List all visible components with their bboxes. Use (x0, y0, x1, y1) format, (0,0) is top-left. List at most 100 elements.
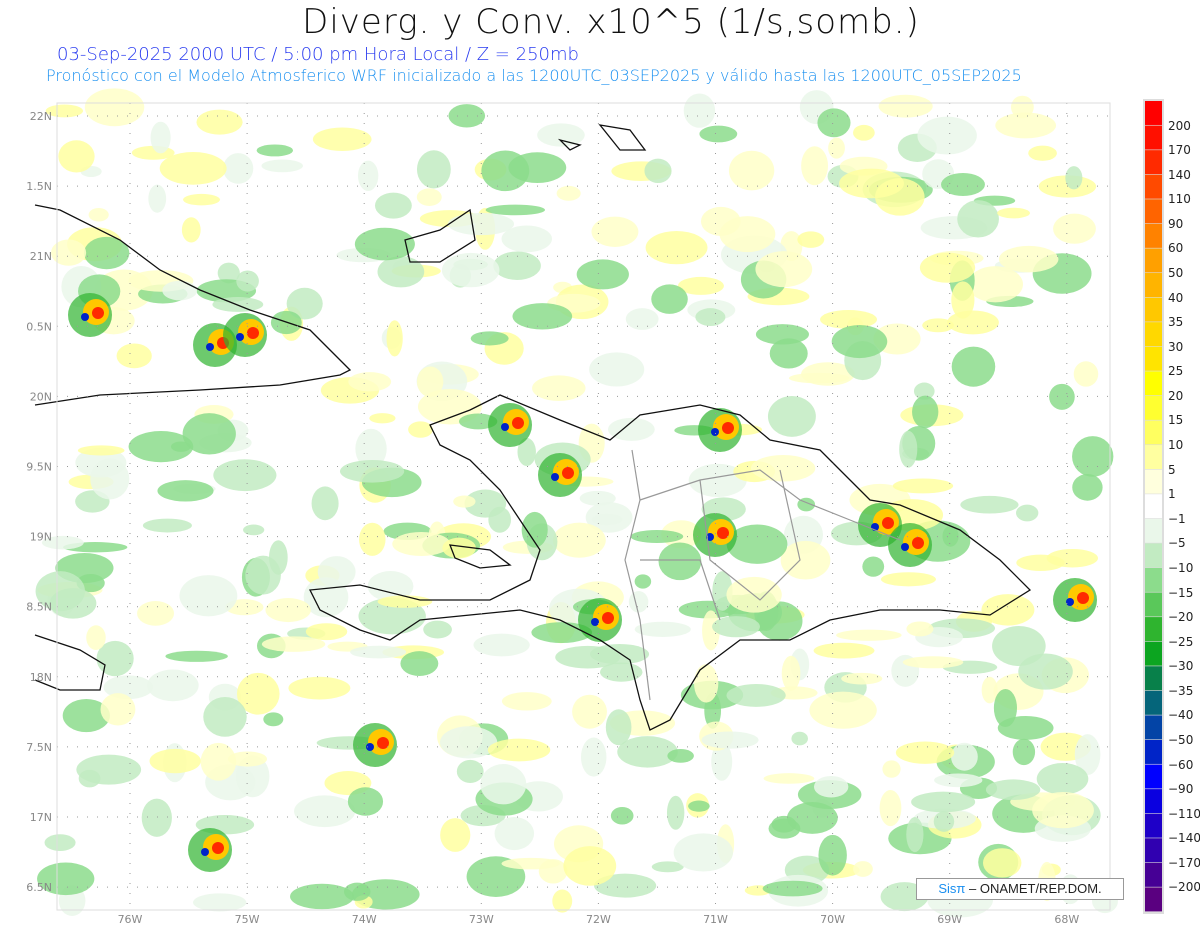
field-blob (563, 846, 617, 886)
field-blob (142, 518, 192, 533)
model-description: Pronóstico con el Modelo Atmosferico WRF… (46, 66, 1022, 85)
lon-label: 72W (586, 913, 611, 926)
field-blob (985, 779, 1041, 800)
colorbar-label: −20 (1168, 610, 1194, 625)
lon-label: 71W (703, 913, 728, 926)
colorbar-label: 90 (1168, 216, 1184, 231)
colorbar-label: −200 (1168, 880, 1200, 895)
field-blob (416, 150, 451, 189)
field-blob (157, 480, 214, 502)
field-blob (763, 773, 815, 784)
colorbar-label: 1 (1168, 487, 1176, 502)
field-blob (651, 284, 688, 314)
field-blob (1012, 738, 1036, 766)
field-blob (150, 121, 171, 154)
divergence-map: 22N 1.5N 21N 0.5N 20N 9.5N 19N 8.5N 18N 7.5N 17N 6.… (26, 88, 1164, 926)
colorbar-swatch (1145, 371, 1162, 396)
field-blob (196, 109, 243, 135)
field-blob (311, 486, 339, 521)
colorbar-swatch (1145, 322, 1162, 347)
convergence-core (1066, 598, 1074, 606)
field-blob (719, 216, 776, 253)
chart-title: Diverg. y Conv. x10^5 (1/s,somb.) (302, 2, 920, 42)
field-blob (750, 455, 816, 482)
colorbar-label: 50 (1168, 266, 1184, 281)
field-blob (485, 204, 545, 216)
divergence-core (92, 307, 104, 319)
field-blob (149, 748, 201, 774)
field-blob (899, 430, 918, 468)
lat-label: 9.5N (26, 461, 52, 474)
colorbar-label: 200 (1168, 118, 1191, 133)
field-blob (312, 127, 372, 151)
colorbar-swatch (1145, 887, 1162, 912)
colorbar-swatch (1145, 469, 1162, 494)
field-blob (1073, 361, 1099, 387)
lon-label: 75W (235, 913, 260, 926)
colorbar-swatch (1145, 641, 1162, 666)
field-blob (86, 625, 106, 650)
convergence-core (551, 473, 559, 481)
field-blob (906, 817, 924, 853)
valid-time: 03-Sep-2025 2000 UTC / 5:00 pm Hora Loca… (57, 44, 579, 65)
lat-label: 17N (30, 811, 52, 824)
colorbar-label: −10 (1168, 560, 1194, 575)
colorbar-label: 25 (1168, 364, 1184, 379)
lat-label: 0.5N (26, 320, 52, 333)
field-blob (181, 217, 201, 243)
field-blob (797, 231, 825, 248)
field-blob (90, 458, 130, 500)
field-blob (317, 556, 356, 588)
field-blob (906, 621, 934, 637)
colorbar-label: 30 (1168, 339, 1184, 354)
lat-label: 7.5N (26, 741, 52, 754)
divergence-core (512, 417, 524, 429)
lat-label: 19N (30, 531, 52, 544)
field-blob (839, 168, 904, 199)
field-blob (628, 591, 649, 613)
field-blob (453, 495, 476, 508)
field-blob (995, 112, 1057, 139)
credit-text: – ONAMET/REP.DOM. (968, 881, 1102, 896)
field-blob (947, 310, 999, 335)
lat-label: 6.5N (26, 881, 52, 894)
field-blob (359, 522, 386, 556)
field-blob (88, 208, 109, 222)
field-blob (1072, 436, 1114, 477)
colorbar-swatch (1145, 174, 1162, 199)
field-blob (374, 192, 412, 219)
field-blob (981, 594, 1035, 626)
field-blob (76, 754, 142, 785)
field-blob (473, 633, 530, 657)
field-blob (1016, 554, 1065, 571)
field-blob (350, 645, 407, 659)
field-blob (755, 251, 813, 288)
colorbar-swatch (1145, 101, 1162, 125)
field-blob (625, 308, 659, 330)
colorbar-label: −25 (1168, 634, 1194, 649)
colorbar-swatch (1145, 150, 1162, 175)
colorbar-label: 20 (1168, 388, 1184, 403)
field-blob (634, 574, 652, 589)
field-blob (193, 893, 247, 912)
field-blob (392, 531, 451, 557)
field-blob (957, 200, 999, 238)
field-blob (501, 692, 552, 711)
field-blob (1016, 504, 1039, 522)
field-blob (879, 789, 902, 827)
field-blob (377, 256, 425, 288)
field-blob (902, 656, 964, 669)
lat-label: 20N (30, 390, 52, 403)
colorbar-label: 15 (1168, 413, 1184, 428)
field-blob (892, 478, 954, 494)
convergence-core (201, 848, 209, 856)
colorbar-label: −110 (1168, 806, 1200, 821)
field-blob (589, 644, 650, 665)
field-blob (265, 598, 311, 623)
field-blob (386, 320, 403, 357)
field-blob (666, 795, 685, 830)
colorbar-swatch (1145, 715, 1162, 740)
lon-label: 74W (352, 913, 377, 926)
field-blob (960, 495, 1019, 514)
field-blob (683, 93, 716, 128)
